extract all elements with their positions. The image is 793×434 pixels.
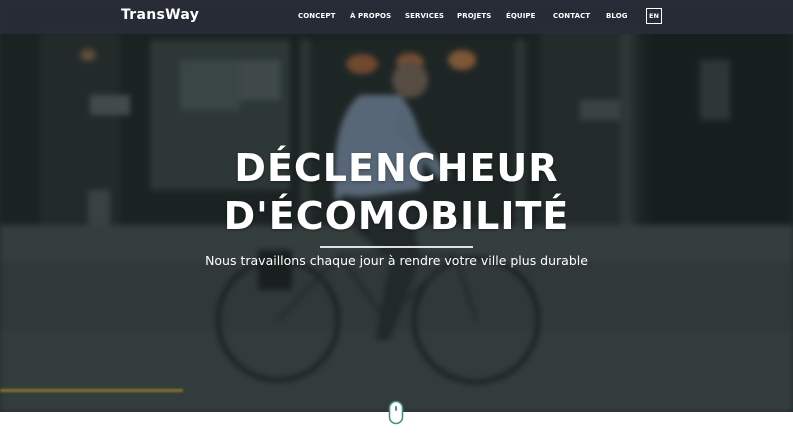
hero-subtitle: Nous travaillons chaque jour à rendre vo…	[205, 253, 588, 268]
brand-logo[interactable]: TransWay	[121, 7, 199, 23]
nav-item-services[interactable]: SERVICES	[405, 12, 444, 20]
language-switch-button[interactable]: EN	[646, 8, 662, 24]
nav-item-a-propos[interactable]: À PROPOS	[350, 12, 391, 20]
road-marking	[0, 389, 183, 392]
nav-item-equipe[interactable]: ÉQUIPE	[506, 12, 536, 20]
hero-section: DÉCLENCHEUR D'ÉCOMOBILITÉ Nous travaillo…	[0, 0, 793, 412]
hero-title: DÉCLENCHEUR D'ÉCOMOBILITÉ	[0, 144, 793, 240]
nav-item-projets[interactable]: PROJETS	[457, 12, 491, 20]
nav-item-contact[interactable]: CONTACT	[553, 12, 590, 20]
nav-item-concept[interactable]: CONCEPT	[298, 12, 335, 20]
top-navigation: TransWay CONCEPT À PROPOS SERVICES PROJE…	[0, 0, 793, 34]
hero-title-line2: D'ÉCOMOBILITÉ	[223, 194, 570, 238]
title-divider	[320, 246, 473, 248]
mouse-scroll-icon[interactable]	[388, 400, 404, 426]
hero-title-line1: DÉCLENCHEUR	[234, 146, 559, 190]
nav-item-blog[interactable]: BLOG	[606, 12, 628, 20]
